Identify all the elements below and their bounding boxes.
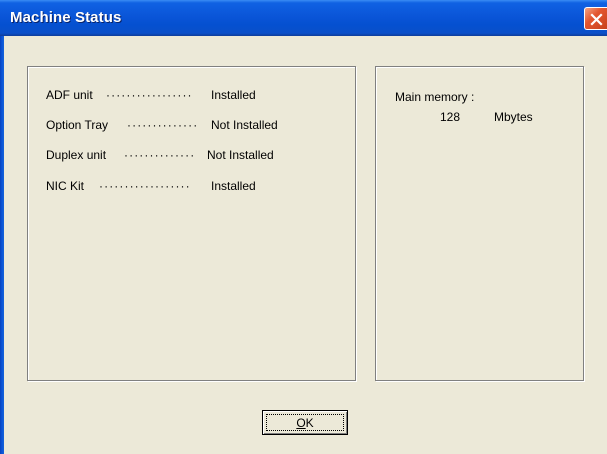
option-status: Installed [211, 88, 256, 102]
leader-dots: ·············· [124, 148, 196, 162]
option-status: Not Installed [211, 118, 278, 132]
option-label: ADF unit [46, 88, 93, 102]
ok-label-rest: K [305, 416, 314, 430]
main-memory-label: Main memory : [395, 90, 475, 104]
option-label: NIC Kit [46, 179, 85, 193]
option-label: Duplex unit [46, 148, 107, 162]
leader-dots: ·············· [127, 118, 199, 132]
close-icon [590, 13, 603, 26]
ok-button-label: OK [263, 416, 347, 430]
ok-button[interactable]: OK [262, 410, 348, 435]
leader-dots: ·················· [99, 179, 191, 193]
ok-mnemonic: O [296, 416, 306, 430]
machine-status-dialog: Machine Status ADF unit ················… [0, 0, 607, 454]
main-memory-unit: Mbytes [494, 110, 533, 124]
title-bar[interactable]: Machine Status [0, 0, 607, 36]
option-label: Option Tray [46, 118, 109, 132]
window-title: Machine Status [10, 9, 122, 26]
close-button[interactable] [584, 7, 607, 30]
main-memory-value: 128 [440, 110, 461, 124]
memory-panel [375, 66, 584, 381]
option-status: Not Installed [207, 148, 274, 162]
options-panel [27, 66, 356, 381]
leader-dots: ················· [106, 88, 193, 102]
option-status: Installed [211, 179, 256, 193]
